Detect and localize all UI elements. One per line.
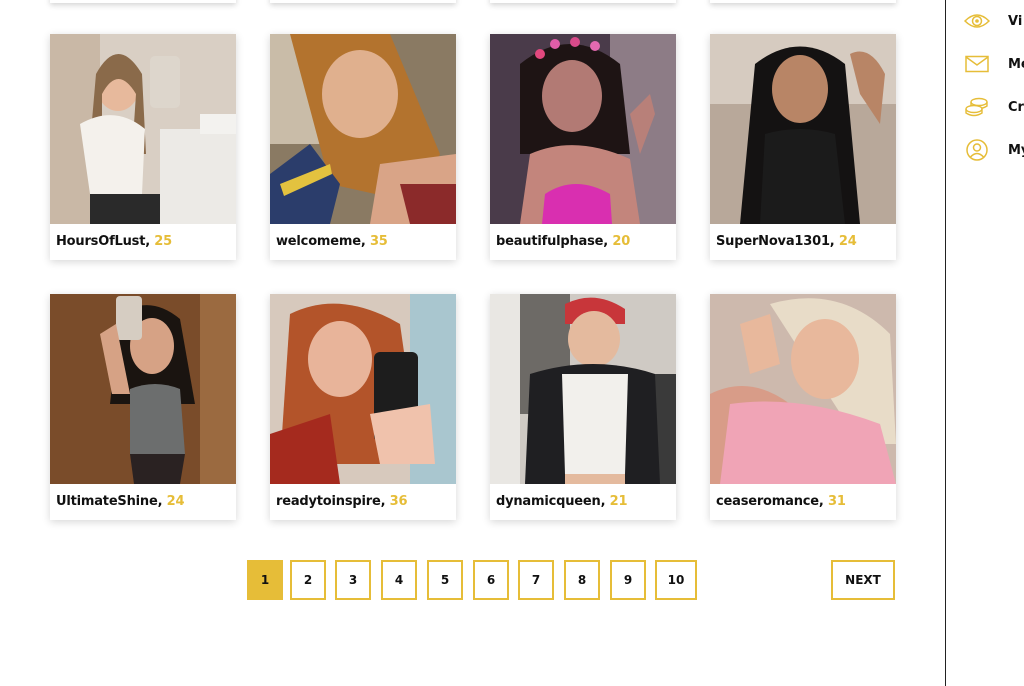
- profile-photo[interactable]: [50, 294, 236, 484]
- profile-age: 24: [838, 234, 857, 249]
- profile-age: 36: [389, 494, 408, 509]
- page-button[interactable]: 6: [473, 560, 509, 600]
- profile-name[interactable]: welcomeme: [276, 234, 361, 249]
- page-number: 10: [667, 573, 685, 587]
- profile-age: 21: [609, 494, 628, 509]
- profile-caption: dynamicqueen, 21: [496, 494, 628, 509]
- next-page-button[interactable]: NEXT: [831, 560, 895, 600]
- page-button[interactable]: 2: [290, 560, 326, 600]
- page-number: 4: [394, 573, 404, 587]
- sidebar-item-my-profile[interactable]: My: [964, 139, 1024, 161]
- profile-age: 20: [612, 234, 631, 249]
- eye-icon: [964, 14, 990, 28]
- page-number: 7: [531, 573, 541, 587]
- profile-photo[interactable]: [270, 34, 456, 224]
- page-number: 6: [486, 573, 496, 587]
- profile-photo[interactable]: [710, 34, 896, 224]
- profile-caption: readytoinspire, 36: [276, 494, 408, 509]
- page-button[interactable]: 5: [427, 560, 463, 600]
- profile-age: 35: [369, 234, 388, 249]
- profile-card[interactable]: UltimateShine, 24: [50, 294, 236, 520]
- sidebar-item-label: Vi: [1008, 13, 1023, 29]
- profile-card[interactable]: ceaseromance, 31: [710, 294, 896, 520]
- page-number: 2: [303, 573, 313, 587]
- page-button[interactable]: 7: [518, 560, 554, 600]
- sidebar-item-label: Me: [1008, 56, 1024, 72]
- page-button[interactable]: 10: [655, 560, 697, 600]
- profile-caption: HoursOfLust, 25: [56, 234, 172, 249]
- profile-photo[interactable]: [490, 294, 676, 484]
- previous-row-cards: [50, 0, 896, 4]
- profile-card[interactable]: dynamicqueen, 21: [490, 294, 676, 520]
- sidebar-item-messages[interactable]: Me: [964, 53, 1024, 75]
- profile-age: 24: [166, 494, 185, 509]
- profile-photo[interactable]: [50, 34, 236, 224]
- profile-name[interactable]: ceaseromance: [716, 494, 819, 509]
- profile-card[interactable]: welcomeme, 35: [270, 34, 456, 260]
- page-button[interactable]: 8: [564, 560, 600, 600]
- profile-photo[interactable]: [710, 294, 896, 484]
- page-number: 5: [440, 573, 450, 587]
- profile-name[interactable]: readytoinspire: [276, 494, 381, 509]
- profile-name[interactable]: beautifulphase: [496, 234, 603, 249]
- profile-card[interactable]: readytoinspire, 36: [270, 294, 456, 520]
- profile-photo[interactable]: [490, 34, 676, 224]
- sidebar-item-credits[interactable]: Cr: [964, 96, 1024, 118]
- profile-card[interactable]: beautifulphase, 20: [490, 34, 676, 260]
- sidebar-item-label: My: [1008, 142, 1024, 158]
- right-sidebar: Vi Me Cr My: [945, 0, 1024, 686]
- profile-caption: SuperNova1301, 24: [716, 234, 857, 249]
- page-button[interactable]: 4: [381, 560, 417, 600]
- profile-name[interactable]: UltimateShine: [56, 494, 158, 509]
- sidebar-item-views[interactable]: Vi: [964, 10, 1022, 32]
- profile-age: 25: [154, 234, 172, 249]
- page-number: 8: [577, 573, 587, 587]
- profile-name[interactable]: dynamicqueen: [496, 494, 601, 509]
- page-number: 9: [623, 573, 633, 587]
- page-number: 1: [260, 573, 270, 587]
- page-number: 3: [348, 573, 358, 587]
- profile-card[interactable]: SuperNova1301, 24: [710, 34, 896, 260]
- page-button-current[interactable]: 1: [247, 560, 283, 600]
- profile-caption: ceaseromance, 31: [716, 494, 846, 509]
- coins-icon: [965, 97, 988, 117]
- page-button[interactable]: 9: [610, 560, 646, 600]
- profile-card[interactable]: HoursOfLust, 25: [50, 34, 236, 260]
- envelope-icon: [965, 55, 989, 73]
- profile-caption: welcomeme, 35: [276, 234, 388, 249]
- sidebar-item-label: Cr: [1008, 99, 1024, 115]
- user-circle-icon: [966, 139, 988, 161]
- profile-caption: beautifulphase, 20: [496, 234, 631, 249]
- profile-name[interactable]: HoursOfLust: [56, 234, 145, 249]
- profile-name[interactable]: SuperNova1301: [716, 234, 830, 249]
- profile-age: 31: [827, 494, 846, 509]
- profile-caption: UltimateShine, 24: [56, 494, 185, 509]
- profile-photo[interactable]: [270, 294, 456, 484]
- page-button[interactable]: 3: [335, 560, 371, 600]
